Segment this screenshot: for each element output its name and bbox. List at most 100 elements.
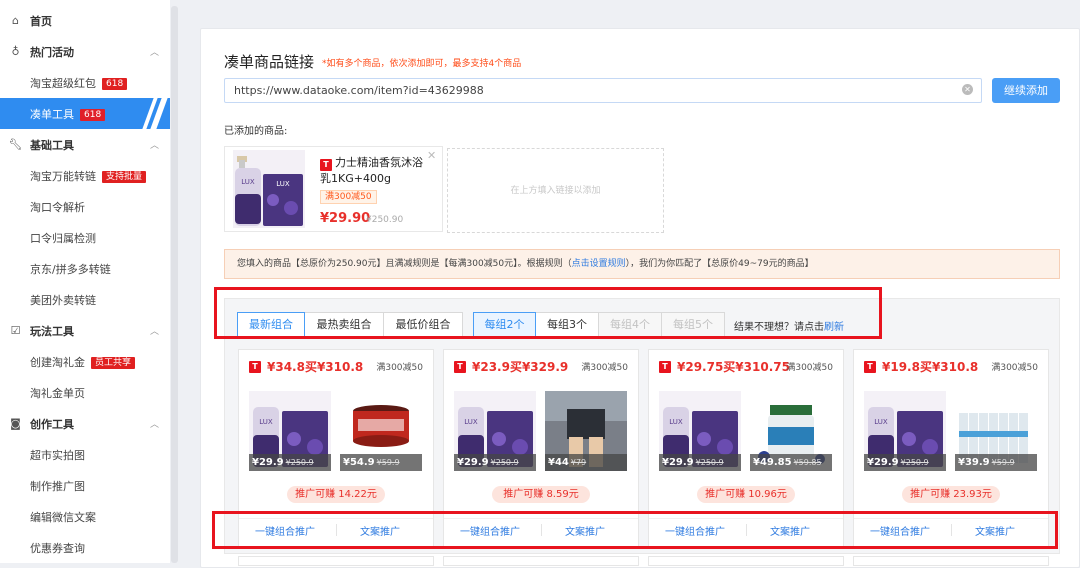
svg-text:LUX: LUX: [259, 418, 273, 426]
item-original-price: ¥250.9: [900, 458, 929, 467]
product-url-input[interactable]: [224, 78, 982, 103]
notice-text: ），我们为你匹配了【总原价49~79元的商品】: [625, 259, 814, 269]
sidebar-item-create-gift[interactable]: 创建淘礼金 员工共享: [0, 346, 170, 377]
page-title: 凑单商品链接: [224, 53, 315, 71]
price-tag: ¥29.9 ¥250.9: [249, 454, 331, 471]
item-original-price: ¥250.9: [285, 458, 314, 467]
sidebar-group-create-tools[interactable]: ◙ 创作工具 ︿: [0, 408, 170, 439]
combo-card: [238, 556, 434, 566]
sidebar-item-label: 优惠券查询: [30, 541, 85, 555]
sidebar-badge: 618: [102, 77, 128, 90]
combo-rule: 满300减50: [991, 363, 1038, 373]
sidebar-item-label: 凑单工具 618: [30, 106, 106, 122]
sidebar-item-label: 淘口令解析: [30, 200, 85, 214]
price-tag: ¥29.9 ¥250.9: [864, 454, 946, 471]
combo-card: [853, 556, 1049, 566]
item-price: ¥44: [548, 457, 569, 468]
combo-price: ¥29.75买¥310.75: [677, 360, 790, 374]
item-original-price: ¥59.9: [991, 458, 1015, 467]
earn-badge: 推广可赚 14.22元: [287, 486, 385, 503]
added-product-name: T 力士精油香氛沐浴乳1KG+400g: [320, 155, 432, 186]
sidebar: ⌂ 首页 ♁ 热门活动 ︿ 淘宝超级红包 618 凑单工具 618 🔧︎ 基础工具 …: [0, 0, 170, 563]
camera-icon: ◙: [10, 417, 21, 430]
sidebar-item-link-convert[interactable]: 淘宝万能转链 支持批量: [0, 160, 170, 191]
sidebar-badge: 员工共享: [91, 356, 136, 369]
sidebar-item-promo-image[interactable]: 制作推广图: [0, 470, 170, 501]
sidebar-item-token-parse[interactable]: 淘口令解析: [0, 191, 170, 222]
sidebar-scrollbar[interactable]: [171, 6, 178, 563]
notice-text: 您填入的商品【总原价为250.90元】且满减规则是【每满300减50元】。根据规…: [237, 259, 572, 269]
sidebar-item-market-photo[interactable]: 超市实拍图: [0, 439, 170, 470]
sidebar-item-label: 超市实拍图: [30, 448, 85, 462]
tmall-icon: T: [249, 360, 261, 373]
item-original-price: ¥250.9: [490, 458, 519, 467]
svg-text:LUX: LUX: [241, 178, 255, 186]
wrench-icon: 🔧︎: [8, 138, 23, 151]
combo-rule: 满300减50: [376, 363, 423, 373]
checkbox-icon: ☑: [10, 324, 21, 337]
home-icon: ⌂: [12, 14, 19, 27]
sidebar-item-label: 创作工具: [30, 417, 74, 431]
sidebar-item-label: 口令归属检测: [30, 231, 96, 245]
remove-product-icon[interactable]: ✕: [427, 149, 436, 162]
sidebar-item-meituan-convert[interactable]: 美团外卖转链: [0, 284, 170, 315]
item-original-price: ¥79: [570, 458, 587, 467]
flame-icon: ♁: [11, 45, 20, 58]
sidebar-item-label: 美团外卖转链: [30, 293, 96, 307]
highlight-box-tabs: [214, 287, 882, 339]
chevron-up-icon: ︿: [150, 327, 160, 337]
item-price: ¥54.9: [343, 457, 375, 468]
added-product-original-price: ¥250.90: [366, 215, 404, 225]
price-tag: ¥39.9 ¥59.9: [955, 454, 1037, 471]
sidebar-group-basic-tools[interactable]: 🔧︎ 基础工具 ︿: [0, 129, 170, 160]
sidebar-item-label: 创建淘礼金 员工共享: [30, 354, 136, 370]
add-more-button[interactable]: 继续添加: [992, 78, 1060, 103]
combo-rule: 满300减50: [786, 363, 833, 373]
price-tag: ¥29.9 ¥250.9: [659, 454, 741, 471]
sidebar-group-play-tools[interactable]: ☑ 玩法工具 ︿: [0, 315, 170, 346]
earn-badge: 推广可赚 23.93元: [902, 486, 1000, 503]
item-price: ¥39.9: [958, 457, 990, 468]
highlight-box-actions: [212, 511, 1058, 549]
item-original-price: ¥59.85: [793, 458, 822, 467]
clear-icon[interactable]: ✕: [962, 84, 973, 95]
sidebar-item-label: 热门活动: [30, 45, 74, 59]
tmall-icon: T: [454, 360, 466, 373]
chevron-up-icon: ︿: [150, 141, 160, 151]
sidebar-item-coupon-query[interactable]: 优惠券查询: [0, 532, 170, 563]
product-image: LUX LUX: [233, 150, 305, 228]
added-product-price: ¥29.90: [320, 211, 371, 226]
combo-price: ¥34.8买¥310.8: [267, 360, 364, 374]
match-notice: 您填入的商品【总原价为250.90元】且满减规则是【每满300减50元】。根据规…: [224, 249, 1060, 279]
earn-badge: 推广可赚 10.96元: [697, 486, 795, 503]
svg-text:LUX: LUX: [874, 418, 888, 426]
tmall-icon: T: [864, 360, 876, 373]
item-price: ¥29.9: [252, 457, 284, 468]
combo-rule: 满300减50: [581, 363, 628, 373]
added-product-name-text: 力士精油香氛沐浴乳1KG+400g: [320, 156, 423, 185]
combo-header: T ¥19.8买¥310.8: [864, 358, 978, 375]
sidebar-item-home[interactable]: ⌂ 首页: [0, 5, 170, 36]
sidebar-item-gift-page[interactable]: 淘礼金单页: [0, 377, 170, 408]
combo-price: ¥23.9买¥329.9: [472, 360, 569, 374]
sidebar-item-token-check[interactable]: 口令归属检测: [0, 222, 170, 253]
set-rule-link[interactable]: 点击设置规则: [572, 259, 626, 269]
sidebar-badge: 支持批量: [102, 170, 147, 183]
sidebar-item-label: 京东/拼多多转链: [30, 262, 111, 276]
item-price: ¥29.9: [662, 457, 694, 468]
sidebar-item-label: 淘宝超级红包 618: [30, 75, 128, 91]
sidebar-item-label: 首页: [30, 14, 52, 28]
sidebar-item-label: 淘宝万能转链 支持批量: [30, 168, 147, 184]
sidebar-item-wechat-copy[interactable]: 编辑微信文案: [0, 501, 170, 532]
sidebar-item-jd-pdd-convert[interactable]: 京东/拼多多转链: [0, 253, 170, 284]
sidebar-item-label: 玩法工具: [30, 324, 74, 338]
sidebar-item-taobao-red-packet[interactable]: 淘宝超级红包 618: [0, 67, 170, 98]
coupon-badge: 满300减50: [320, 190, 377, 204]
sidebar-group-hot-activities[interactable]: ♁ 热门活动 ︿: [0, 36, 170, 67]
title-note: *如有多个商品，依次添加即可，最多支持4个商品: [322, 59, 522, 69]
price-tag: ¥29.9 ¥250.9: [454, 454, 536, 471]
combo-card: [443, 556, 639, 566]
combo-header: T ¥23.9买¥329.9: [454, 358, 568, 375]
sidebar-item-label: 制作推广图: [30, 479, 85, 493]
chevron-up-icon: ︿: [150, 48, 160, 58]
